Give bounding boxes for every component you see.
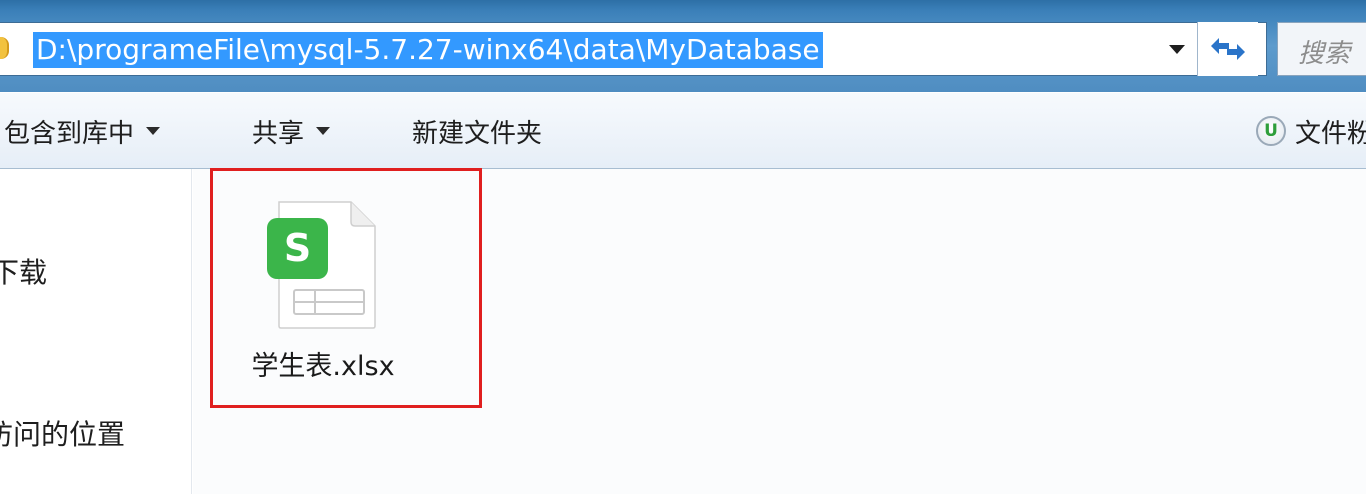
new-folder-label: 新建文件夹 bbox=[412, 118, 543, 149]
search-placeholder: 搜索 bbox=[1298, 39, 1351, 69]
chevron-down-icon bbox=[316, 127, 331, 135]
share-button[interactable]: 共享 bbox=[252, 93, 331, 169]
toolbar-right-label: 文件粉 bbox=[1295, 118, 1366, 149]
chevron-down-icon bbox=[146, 127, 161, 135]
address-bar-strip: D:\programeFile\mysql-5.7.27-winx64\data… bbox=[0, 0, 1366, 92]
include-in-library-button[interactable]: 包含到库中 bbox=[4, 93, 161, 169]
chevron-down-icon bbox=[1169, 44, 1185, 54]
address-path[interactable]: D:\programeFile\mysql-5.7.27-winx64\data… bbox=[33, 32, 823, 68]
address-bar[interactable]: D:\programeFile\mysql-5.7.27-winx64\data… bbox=[0, 22, 1267, 76]
new-folder-button[interactable]: 新建文件夹 bbox=[412, 93, 542, 169]
folder-icon bbox=[0, 37, 9, 59]
share-label: 共享 bbox=[252, 118, 305, 149]
navigation-pane: 下载 访问的位置 bbox=[0, 169, 192, 494]
refresh-arrows-icon bbox=[1211, 38, 1245, 60]
red-annotation-box bbox=[210, 168, 482, 408]
nav-item-recent-places[interactable]: 访问的位置 bbox=[0, 413, 125, 453]
command-toolbar: 包含到库中 共享 新建文件夹 U 文件粉 bbox=[0, 92, 1366, 169]
nav-item-downloads[interactable]: 下载 bbox=[0, 251, 47, 291]
include-in-library-label: 包含到库中 bbox=[4, 118, 135, 149]
refresh-button[interactable] bbox=[1197, 22, 1258, 76]
address-history-dropdown-button[interactable] bbox=[1159, 23, 1195, 75]
search-input[interactable]: 搜索 bbox=[1277, 22, 1366, 76]
u-circle-icon: U bbox=[1256, 116, 1286, 146]
toolbar-right-button[interactable]: U 文件粉 bbox=[1256, 93, 1366, 169]
